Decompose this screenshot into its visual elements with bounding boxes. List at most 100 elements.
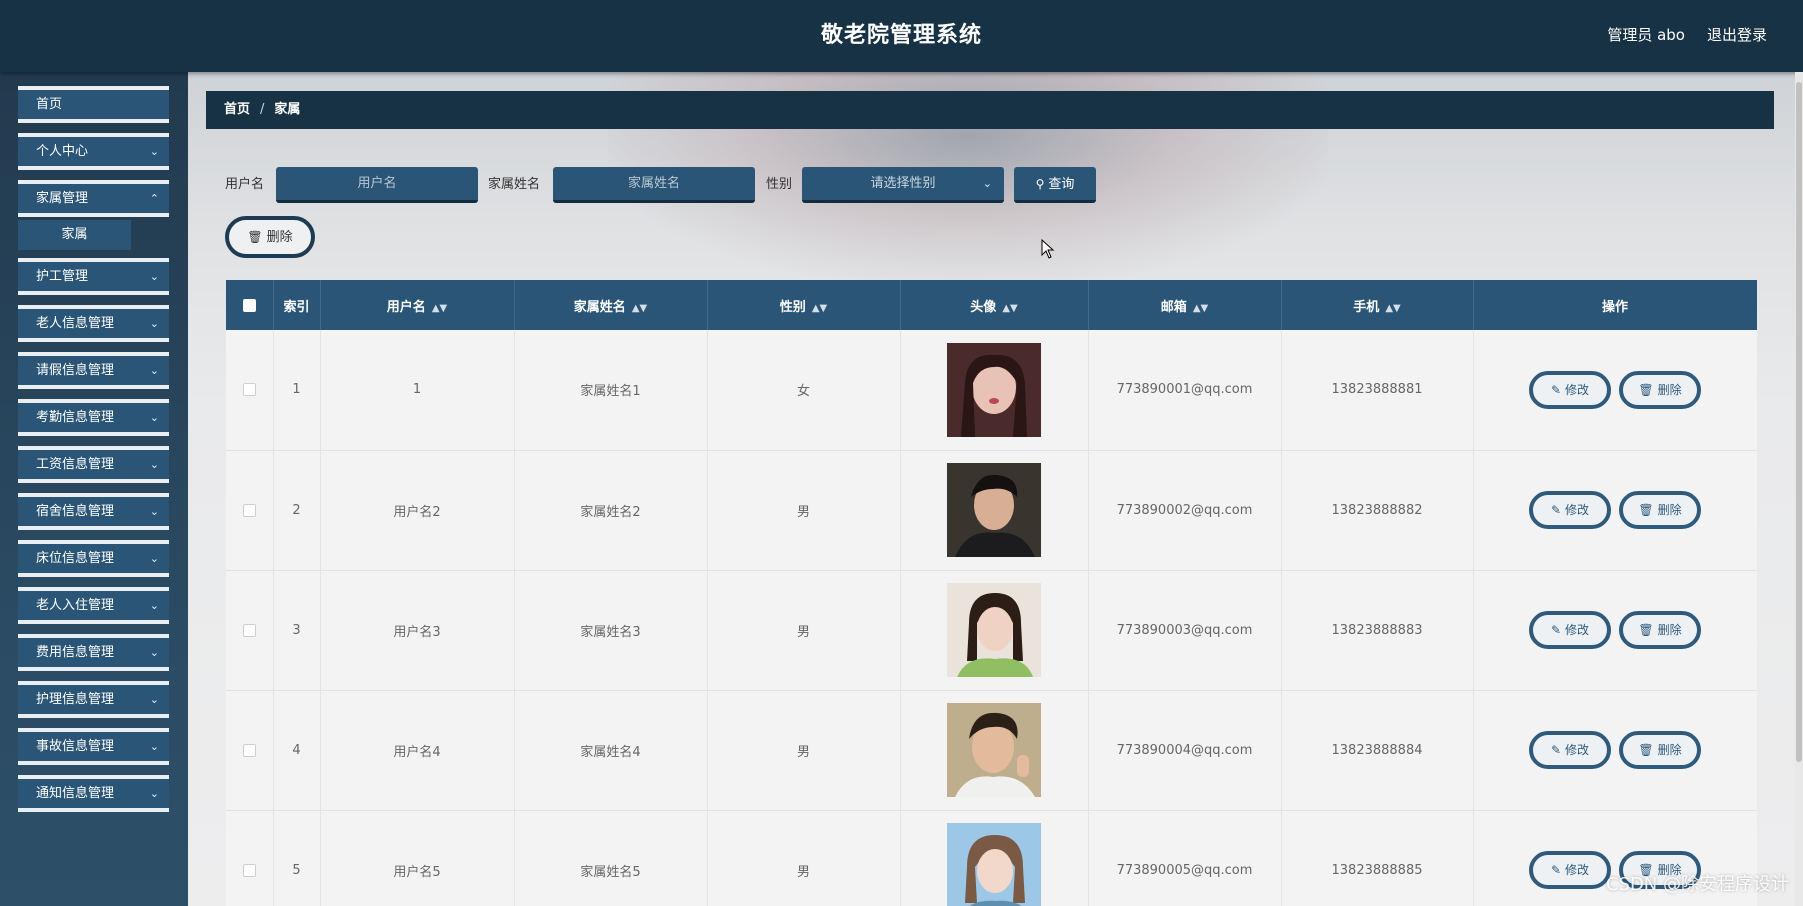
breadcrumb-home[interactable]: 首页 [224,102,250,117]
delete-button-label: 删除 [266,230,293,245]
column-label: 性别 [779,299,806,315]
row-delete-button[interactable]: 🗑 删除 [1619,370,1701,409]
breadcrumb-current: 家属 [274,102,301,117]
column-header-email[interactable]: 邮箱 ▲▼ [1088,280,1282,330]
sidebar-item-notice[interactable]: 通知信息管理 ⌄ [18,775,169,812]
watermark: CSDN @除安程序设计 [1605,874,1789,895]
sidebar-item-label: 事故信息管理 [36,739,115,754]
column-header-gender[interactable]: 性别 ▲▼ [707,280,901,330]
edit-button[interactable]: ✎ 修改 [1529,851,1611,889]
trash-icon: 🗑 [1638,503,1654,517]
sidebar-item-caregiver[interactable]: 护工管理 ⌄ [18,258,169,295]
cell-family-name: 家属姓名4 [514,690,708,810]
avatar-image [947,823,1041,906]
chevron-down-icon: ⌄ [149,552,159,565]
table-row: 1 1 家属姓名1 女 773890001@qq.com 13823888881… [226,330,1757,450]
avatar-image [947,463,1041,557]
sort-icon[interactable]: ▲▼ [812,303,827,314]
submenu-item-family[interactable]: 家属 [18,220,131,250]
sidebar: 首页 个人中心 ⌄ 家属管理 ⌃ 家属 护工管理 ⌄ 老人信息管理 ⌄ 请假信息… [0,72,188,906]
delete-button-label: 删除 [1657,743,1682,757]
gender-label: 性别 [766,177,793,192]
chevron-down-icon: ⌄ [149,145,159,158]
cell-family-name: 家属姓名1 [514,330,708,450]
cell-username: 1 [320,330,515,450]
chevron-down-icon: ⌄ [149,646,159,659]
sidebar-item-accident[interactable]: 事故信息管理 ⌄ [18,728,169,765]
table-row: 4 用户名4 家属姓名4 男 773890004@qq.com 13823888… [226,690,1757,810]
sidebar-item-home[interactable]: 首页 [18,86,169,123]
chevron-down-icon: ⌄ [149,317,159,330]
row-delete-button[interactable]: 🗑 删除 [1619,611,1701,649]
column-header-phone[interactable]: 手机 ▲▼ [1281,280,1474,330]
edit-button-label: 修改 [1565,743,1590,757]
sidebar-item-profile[interactable]: 个人中心 ⌄ [18,133,169,170]
sidebar-item-checkin[interactable]: 老人入住管理 ⌄ [18,587,169,624]
sidebar-item-bed[interactable]: 床位信息管理 ⌄ [18,540,169,577]
column-header-username[interactable]: 用户名 ▲▼ [320,280,515,330]
cell-family-name: 家属姓名2 [514,450,708,570]
cell-username: 用户名3 [320,570,515,690]
sort-icon[interactable]: ▲▼ [1385,303,1400,314]
table-row: 2 用户名2 家属姓名2 男 773890002@qq.com 13823888… [226,450,1757,570]
breadcrumb: 首页 / 家属 [206,91,1774,129]
cell-gender: 男 [707,810,901,906]
cell-family-name: 家属姓名3 [514,570,708,690]
family-name-input[interactable] [553,167,755,203]
chevron-down-icon: ⌄ [149,364,159,377]
sidebar-item-label: 费用信息管理 [36,645,115,660]
gender-select[interactable]: 请选择性别 ⌄ [802,167,1004,203]
column-header-avatar[interactable]: 头像 ▲▼ [900,280,1089,330]
query-button[interactable]: ⚲ 查询 [1014,167,1096,203]
sidebar-item-leave[interactable]: 请假信息管理 ⌄ [18,352,169,389]
sidebar-item-label: 请假信息管理 [36,363,115,378]
batch-delete-button[interactable]: 🗑 删除 [225,216,315,258]
cell-username: 用户名5 [320,810,515,906]
sidebar-item-fees[interactable]: 费用信息管理 ⌄ [18,634,169,671]
row-checkbox[interactable] [242,863,256,877]
sidebar-item-family[interactable]: 家属管理 ⌃ [18,180,169,217]
sidebar-item-label: 老人入住管理 [36,598,115,613]
select-all-cell [226,280,274,330]
sidebar-item-elder-info[interactable]: 老人信息管理 ⌄ [18,305,169,342]
vertical-scrollbar[interactable] [1795,72,1803,906]
logout-link[interactable]: 退出登录 [1707,0,1767,70]
trash-icon: 🗑 [1638,743,1654,757]
top-header: 敬老院管理系统 管理员 abo 退出登录 [0,0,1803,72]
row-delete-button[interactable]: 🗑 删除 [1619,491,1701,529]
family-table: 索引 用户名 ▲▼ 家属姓名 ▲▼ 性别 ▲▼ 头像 ▲▼ 邮箱 ▲▼ 手机 ▲▼ 操作 1… [226,280,1757,906]
cell-actions: ✎ 修改 🗑 删除 [1473,450,1757,570]
row-delete-button[interactable]: 🗑 删除 [1619,731,1701,769]
select-all-checkbox[interactable] [242,298,256,312]
row-checkbox[interactable] [242,503,256,517]
username-input[interactable] [276,167,478,203]
edit-button[interactable]: ✎ 修改 [1529,611,1611,649]
sidebar-item-nursing[interactable]: 护理信息管理 ⌄ [18,681,169,718]
cell-gender: 女 [707,330,901,450]
edit-button-label: 修改 [1565,623,1590,637]
table-header-row: 索引 用户名 ▲▼ 家属姓名 ▲▼ 性别 ▲▼ 头像 ▲▼ 邮箱 ▲▼ 手机 ▲▼ 操作 [226,280,1757,330]
sort-icon[interactable]: ▲▼ [1193,303,1208,314]
sidebar-item-dorm[interactable]: 宿舍信息管理 ⌄ [18,493,169,530]
sidebar-item-attendance[interactable]: 考勤信息管理 ⌄ [18,399,169,436]
row-checkbox[interactable] [242,383,256,397]
row-checkbox[interactable] [242,743,256,757]
sort-icon[interactable]: ▲▼ [1002,303,1017,314]
column-header-family-name[interactable]: 家属姓名 ▲▼ [514,280,708,330]
column-label: 用户名 [386,299,426,315]
current-user: 管理员 abo [1607,26,1685,44]
column-label: 手机 [1353,299,1380,315]
breadcrumb-separator: / [260,102,265,117]
sort-icon[interactable]: ▲▼ [632,303,647,314]
edit-button[interactable]: ✎ 修改 [1529,370,1611,409]
delete-button-label: 删除 [1657,382,1682,397]
username-label: 用户名 [225,177,265,192]
sort-icon[interactable]: ▲▼ [432,303,447,314]
row-checkbox[interactable] [242,623,256,637]
sidebar-item-salary[interactable]: 工资信息管理 ⌄ [18,446,169,483]
scrollbar-thumb[interactable] [1796,82,1802,762]
avatar-image [947,703,1041,797]
edit-button[interactable]: ✎ 修改 [1529,491,1611,529]
sidebar-item-label: 护理信息管理 [36,692,115,707]
edit-button[interactable]: ✎ 修改 [1529,731,1611,769]
